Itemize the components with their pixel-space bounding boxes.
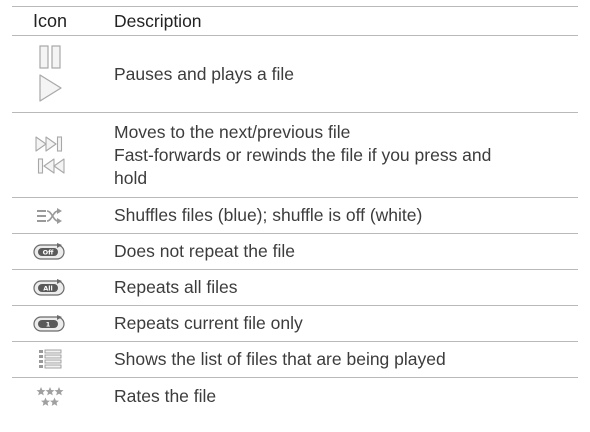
table-row: Off Does not repeat the file	[12, 234, 578, 270]
row-description: Rates the file	[88, 385, 578, 408]
description-line: Repeats all files	[114, 277, 238, 297]
shuffle-icon	[36, 207, 64, 225]
description-line: Shows the list of files that are being p…	[114, 349, 446, 369]
repeat-one-icon: 1	[33, 314, 67, 334]
description-line: Shuffles files (blue); shuffle is off (w…	[114, 205, 423, 225]
playlist-icon	[38, 349, 62, 371]
row-description: Pauses and plays a file	[88, 63, 578, 86]
play-icon	[37, 73, 63, 103]
description-line: Moves to the next/previous file	[114, 121, 351, 142]
description-line: Rates the file	[114, 386, 217, 406]
icon-description-table: Icon Description Pauses and plays a file…	[12, 6, 578, 415]
row-description: Moves to the next/previous file Fast-for…	[88, 121, 578, 190]
next-icon	[34, 135, 66, 153]
description-line: Repeats current file only	[114, 313, 303, 333]
row-description: Shuffles files (blue); shuffle is off (w…	[88, 204, 578, 227]
svg-text:Off: Off	[43, 248, 55, 256]
description-line: hold	[114, 167, 148, 188]
repeat-off-icon: Off	[33, 242, 67, 262]
table-row: Moves to the next/previous file Fast-for…	[12, 113, 578, 198]
table-row: Shows the list of files that are being p…	[12, 342, 578, 378]
rating-icon	[36, 386, 64, 408]
row-description: Does not repeat the file	[88, 240, 578, 263]
row-description: Shows the list of files that are being p…	[88, 348, 578, 371]
row-description: Repeats all files	[88, 276, 578, 299]
table-row: Shuffles files (blue); shuffle is off (w…	[12, 198, 578, 234]
row-description: Repeats current file only	[88, 312, 578, 335]
table-header: Icon Description	[12, 6, 578, 36]
svg-text:All: All	[43, 284, 53, 292]
table-row: Pauses and plays a file	[12, 36, 578, 113]
repeat-all-icon: All	[33, 278, 67, 298]
description-line: Pauses and plays a file	[114, 63, 294, 84]
description-line: Does not repeat the file	[114, 241, 295, 261]
pause-icon	[39, 45, 61, 69]
previous-icon	[34, 157, 66, 175]
table-row: All Repeats all files	[12, 270, 578, 306]
svg-text:1: 1	[46, 320, 51, 328]
description-line: Fast-forwards or rewinds the file if you…	[114, 144, 492, 165]
table-row: Rates the file	[12, 378, 578, 415]
header-description: Description	[114, 10, 202, 31]
header-icon: Icon	[32, 10, 68, 31]
table-row: 1 Repeats current file only	[12, 306, 578, 342]
